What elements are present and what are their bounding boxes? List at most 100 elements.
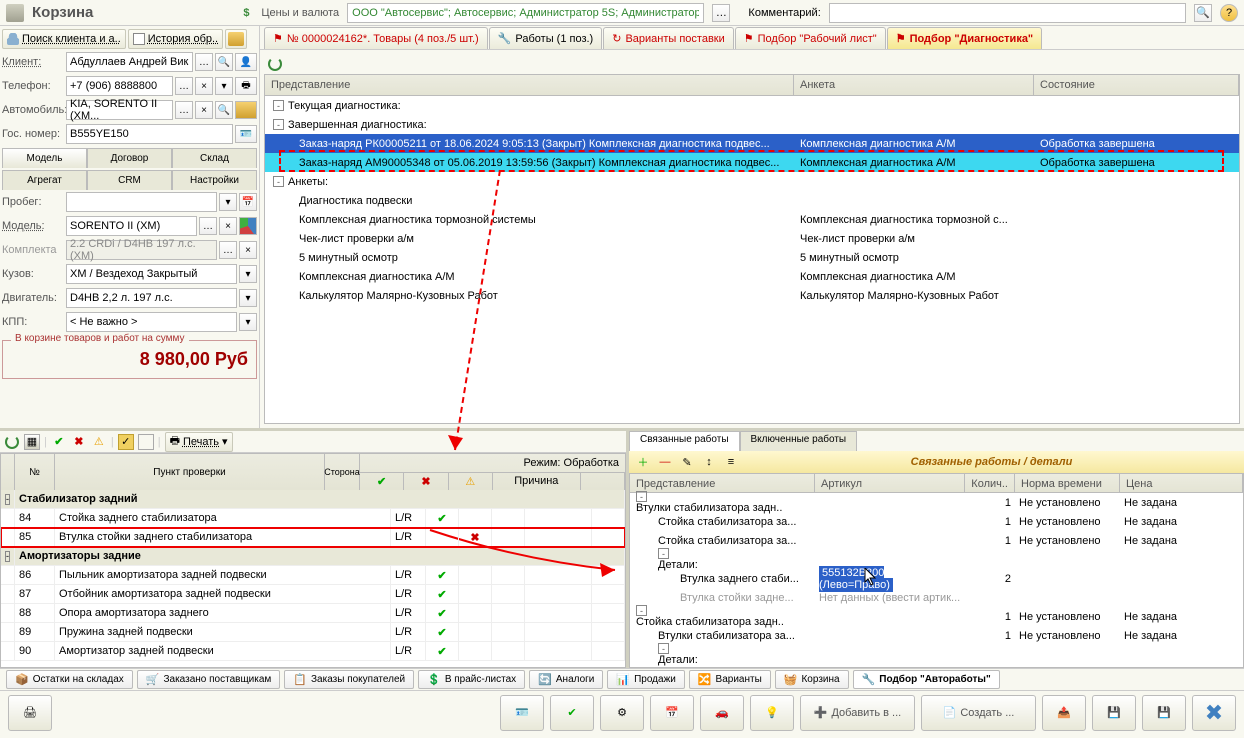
model-more[interactable]: … [199,217,217,235]
rel-add-button[interactable]: ＋ [635,454,651,470]
col-side[interactable]: Сторона [325,454,360,490]
tab-settings[interactable]: Настройки [172,170,257,190]
tab-warehouse[interactable]: Склад [172,148,257,168]
rel-col-norm[interactable]: Норма времени [1015,474,1120,492]
tree-row[interactable]: Заказ-наряд РК00005211 от 18.06.2024 9:0… [265,134,1239,153]
engine-input[interactable]: D4HB 2,2 л. 197 л.с. [66,288,237,308]
warn-button[interactable]: ⚠ [91,434,107,450]
close-button[interactable]: ✖ [1192,695,1236,731]
tree-row[interactable]: Комплексная диагностика тормозной систем… [265,210,1239,229]
bottom-tab[interactable]: 📊Продажи [607,670,684,689]
save2-button[interactable]: 💾 [1142,695,1186,731]
check-row[interactable]: 89Пружина задней подвескиL/R✔ [1,623,625,642]
context-input[interactable] [347,3,704,23]
tab-model[interactable]: Модель [2,148,87,168]
phone-input[interactable]: +7 (906) 8888800 [66,76,173,96]
card-button[interactable]: 🪪 [500,695,544,731]
client-more[interactable]: … [195,53,213,71]
uncheck-button[interactable] [138,434,154,450]
auto-card[interactable] [235,101,257,119]
help-button[interactable]: ? [1220,4,1238,22]
check-row[interactable]: 85Втулка стойки заднего стабилизатораL/R… [1,528,625,547]
rel-col-article[interactable]: Артикул [815,474,965,492]
col-mode[interactable]: Режим: Обработка [360,454,625,473]
grid-button[interactable]: ▦ [24,434,40,450]
col-form[interactable]: Анкета [794,75,1034,95]
client-open[interactable]: 🔍 [215,53,233,71]
phone-clear[interactable]: × [195,77,213,95]
complect-more[interactable]: … [219,241,237,259]
expand-icon[interactable]: - [5,551,10,562]
mileage-input[interactable] [66,192,217,212]
tab-contract[interactable]: Договор [87,148,172,168]
complect-clear[interactable]: × [239,241,257,259]
history-button[interactable]: История обр.. [128,29,223,49]
col-ok-icon[interactable]: ✔ [360,473,404,491]
bad-button[interactable]: ✖ [71,434,87,450]
group-row[interactable]: -Стабилизатор задний [1,490,625,509]
phone-print[interactable]: 🖶 [235,77,257,95]
tree-row[interactable]: Комплексная диагностика А/МКомплексная д… [265,267,1239,286]
expand-icon[interactable]: - [273,100,284,111]
kpp-dd[interactable]: ▾ [239,313,257,331]
gos-id[interactable]: 🪪 [235,125,257,143]
expand-icon[interactable]: - [658,548,669,559]
tab-works[interactable]: 🔧Работы (1 поз.) [489,27,603,49]
check-row[interactable]: 88Опора амортизатора заднегоL/R✔ [1,604,625,623]
client-input[interactable]: Абдуллаев Андрей Вик [66,52,193,72]
bottom-tab[interactable]: 🔀Варианты [689,670,771,689]
related-row[interactable]: Стойка стабилизатора за...1Не установлен… [630,512,1243,531]
tree-row[interactable]: -Анкеты: [265,172,1239,191]
bottom-tab[interactable]: 📦Остатки на складах [6,670,133,689]
col-state[interactable]: Состояние [1034,75,1239,95]
col-warn-icon[interactable]: ⚠ [449,473,493,491]
related-row[interactable]: - Детали: [630,645,1243,664]
rel-props-button[interactable]: ≡ [723,454,739,470]
mileage-dd[interactable]: ▾ [219,193,237,211]
auto-input[interactable]: KIA, SORENTO II (XM... [66,100,173,120]
rel-col-qty[interactable]: Колич.. [965,474,1015,492]
check-body[interactable]: -Стабилизатор задний84Стойка заднего ста… [1,490,625,661]
bottom-tab[interactable]: 📋Заказы покупателей [284,670,414,689]
tree-row[interactable]: Заказ-наряд АМ90005348 от 05.06.2019 13:… [265,153,1239,172]
bottom-tab[interactable]: 🛒Заказано поставщикам [137,670,281,689]
tab-goods[interactable]: ⚑№ 0000024162*. Товары (4 поз./5 шт.) [264,27,488,49]
col-bad-icon[interactable]: ✖ [404,473,448,491]
add-button[interactable]: ➕Добавить в ... [800,695,915,731]
dollar-icon[interactable]: $ [239,6,253,20]
related-row[interactable]: - Втулки стабилизатора задн..1Не установ… [630,493,1243,512]
tree-row[interactable]: Диагностика подвески [265,191,1239,210]
check-row[interactable]: 86Пыльник амортизатора задней подвескиL/… [1,566,625,585]
comment-input[interactable] [829,3,1186,23]
tab-crm[interactable]: CRM [87,170,172,190]
tab-worklist[interactable]: ⚑Подбор "Рабочий лист" [735,27,886,49]
rel-col-repr[interactable]: Представление [630,474,815,492]
search-client-button[interactable]: Поиск клиента и а.. [2,29,126,49]
related-body[interactable]: - Втулки стабилизатора задн..1Не установ… [629,493,1244,668]
tree-row[interactable]: Чек-лист проверки а/мЧек-лист проверки а… [265,229,1239,248]
export-button[interactable]: 📤 [1042,695,1086,731]
check-button[interactable]: ✔ [550,695,594,731]
expand-icon[interactable]: - [273,176,284,187]
gear-button[interactable]: ⚙ [600,695,644,731]
tab-aggregate[interactable]: Агрегат [2,170,87,190]
tree-row[interactable]: Калькулятор Малярно-Кузовных РаботКальку… [265,286,1239,305]
mileage-calc[interactable]: 📅 [239,193,257,211]
bottom-tab[interactable]: 🔧Подбор "Автоработы" [853,670,1000,689]
refresh-button[interactable] [268,57,282,71]
tab-related-works[interactable]: Связанные работы [629,431,740,451]
tree-row[interactable]: -Завершенная диагностика: [265,115,1239,134]
expand-icon[interactable]: - [636,491,647,502]
auto-more[interactable]: … [175,101,193,119]
rel-del-button[interactable]: — [657,454,673,470]
calendar-button[interactable]: 📅 [650,695,694,731]
rel-sort-button[interactable]: ↕ [701,454,717,470]
refresh-button[interactable] [4,434,20,450]
client-card[interactable]: 👤 [235,53,257,71]
kpp-input[interactable]: < Не важно > [66,312,237,332]
col-item[interactable]: Пункт проверки [55,454,325,490]
col-extra-icon[interactable] [581,473,625,491]
bottom-tab[interactable]: 🔄Аналоги [529,670,603,689]
related-row[interactable]: Втулка заднего стаби...555132B200 (Лево=… [630,569,1243,588]
expand-icon[interactable]: - [273,119,284,130]
